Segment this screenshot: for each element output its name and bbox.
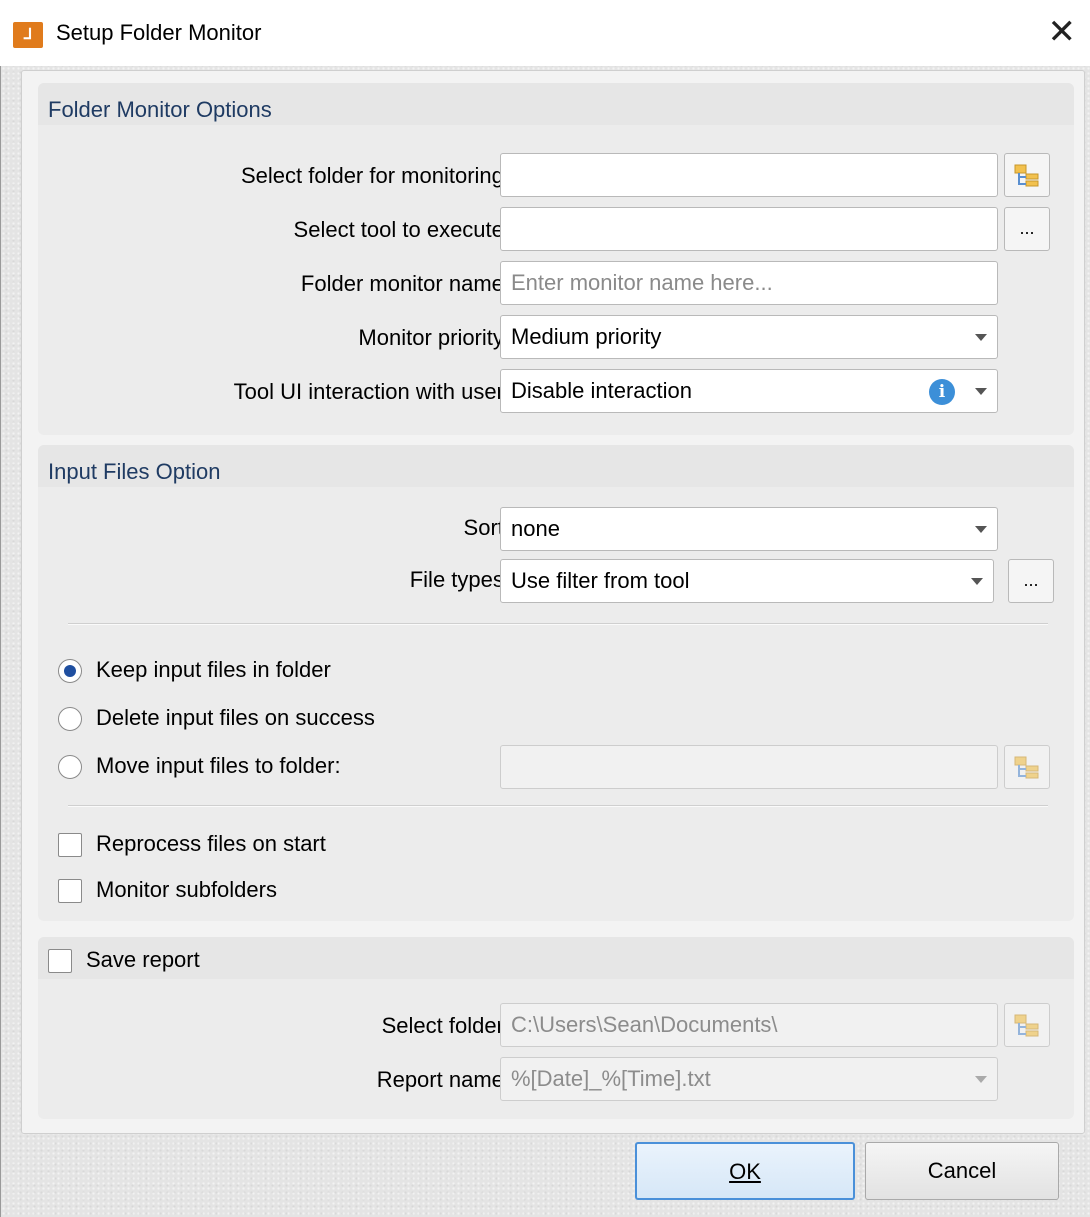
close-icon[interactable]: ✕ xyxy=(1048,12,1077,52)
browse-report-folder-button[interactable] xyxy=(1004,1003,1050,1047)
select-tool-label: Select tool to execute: xyxy=(293,217,510,242)
chevron-down-icon xyxy=(975,334,987,341)
save-report-label[interactable]: Save report xyxy=(86,947,200,973)
interaction-select[interactable]: Disable interaction i xyxy=(500,369,998,413)
browse-file-types-button[interactable]: ... xyxy=(1008,559,1054,603)
folder-tree-icon xyxy=(1014,756,1039,779)
cancel-button-label: Cancel xyxy=(927,1158,997,1183)
separator xyxy=(68,623,1048,625)
interaction-value: Disable interaction xyxy=(511,378,692,403)
file-types-value: Use filter from tool xyxy=(511,568,690,593)
move-files-radio[interactable] xyxy=(58,755,82,779)
folder-tree-icon xyxy=(1014,164,1039,187)
group-header: Input Files Option xyxy=(38,445,1074,487)
monitor-priority-label: Monitor priority: xyxy=(358,325,510,350)
save-report-group: Save report Select folder: C:\Users\Sean… xyxy=(38,937,1074,1119)
keep-files-radio[interactable] xyxy=(58,659,82,683)
cancel-button[interactable]: Cancel xyxy=(865,1142,1059,1200)
report-folder-label: Select folder: xyxy=(381,1013,510,1038)
select-folder-input[interactable] xyxy=(500,153,998,197)
keep-files-label[interactable]: Keep input files in folder xyxy=(96,657,331,683)
delete-files-label[interactable]: Delete input files on success xyxy=(96,705,375,731)
ok-button[interactable]: OK xyxy=(635,1142,855,1200)
dialog-panel: Folder Monitor Options Select folder for… xyxy=(21,70,1085,1134)
monitor-priority-value: Medium priority xyxy=(511,324,662,349)
chevron-down-icon xyxy=(975,388,987,395)
report-name-select[interactable]: %[Date]_%[Time].txt xyxy=(500,1057,998,1101)
subfolders-checkbox[interactable] xyxy=(58,879,82,903)
chevron-down-icon xyxy=(975,1076,987,1083)
info-icon[interactable]: i xyxy=(929,379,955,405)
delete-files-radio[interactable] xyxy=(58,707,82,731)
select-tool-input[interactable] xyxy=(500,207,998,251)
interaction-label: Tool UI interaction with user: xyxy=(233,379,510,404)
folder-tree-icon xyxy=(1014,1014,1039,1037)
subfolders-label[interactable]: Monitor subfolders xyxy=(96,877,277,903)
folder-monitor-options-group: Folder Monitor Options Select folder for… xyxy=(38,83,1074,435)
group-header: Save report xyxy=(38,937,1074,979)
report-folder-input[interactable]: C:\Users\Sean\Documents\ xyxy=(500,1003,998,1047)
browse-move-folder-button[interactable] xyxy=(1004,745,1050,789)
move-files-label[interactable]: Move input files to folder: xyxy=(96,753,341,779)
folder-monitor-options-title: Folder Monitor Options xyxy=(48,97,272,122)
window-title: Setup Folder Monitor xyxy=(56,20,262,45)
move-folder-input[interactable] xyxy=(500,745,998,789)
file-types-select[interactable]: Use filter from tool xyxy=(500,559,994,603)
report-name-value: %[Date]_%[Time].txt xyxy=(511,1066,711,1091)
group-header: Folder Monitor Options xyxy=(38,83,1074,125)
app-logo-icon: ⅃ xyxy=(13,22,43,48)
reprocess-checkbox[interactable] xyxy=(58,833,82,857)
monitor-name-field[interactable]: Enter monitor name here... xyxy=(500,261,998,305)
monitor-priority-select[interactable]: Medium priority xyxy=(500,315,998,359)
file-types-label: File types: xyxy=(409,567,510,592)
browse-tool-button[interactable]: ... xyxy=(1004,207,1050,251)
chevron-down-icon xyxy=(971,578,983,585)
ok-button-label: OK xyxy=(729,1159,761,1184)
report-name-label: Report name: xyxy=(376,1067,510,1092)
browse-folder-button[interactable] xyxy=(1004,153,1050,197)
input-files-option-group: Input Files Option Sort: none File types… xyxy=(38,445,1074,921)
save-report-checkbox[interactable] xyxy=(48,949,72,973)
sort-value: none xyxy=(511,516,560,541)
sort-select[interactable]: none xyxy=(500,507,998,551)
separator xyxy=(68,805,1048,807)
dialog-client: Folder Monitor Options Select folder for… xyxy=(0,66,1090,1217)
title-bar: ⅃ Setup Folder Monitor ✕ xyxy=(0,0,1090,66)
reprocess-label[interactable]: Reprocess files on start xyxy=(96,831,326,857)
input-files-option-title: Input Files Option xyxy=(48,459,221,484)
monitor-name-label: Folder monitor name: xyxy=(300,271,510,296)
select-folder-label: Select folder for monitoring: xyxy=(240,163,510,188)
chevron-down-icon xyxy=(975,526,987,533)
